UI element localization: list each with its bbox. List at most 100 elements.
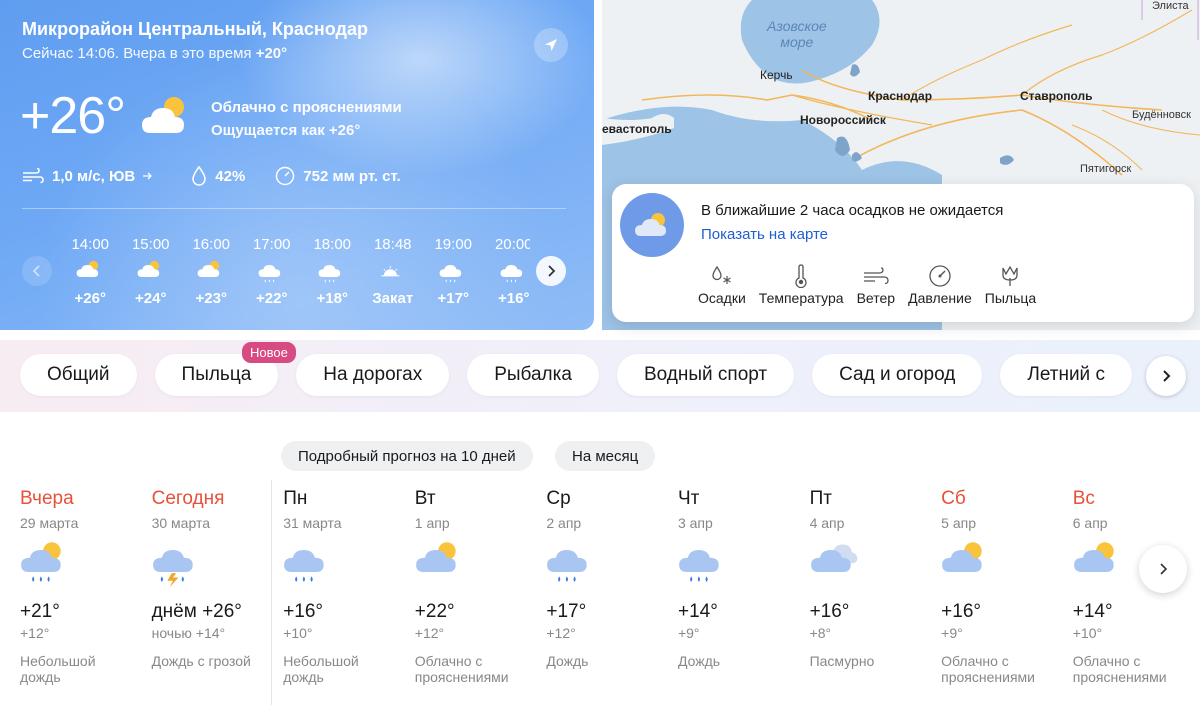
- day-icon-wrap: [415, 540, 547, 588]
- hourly-temp: +16°: [498, 290, 530, 306]
- forecast-day[interactable]: Вчера 29 марта +21° +12° Небольшой дождь: [20, 488, 152, 703]
- day-temp-low: ночью +14°: [151, 625, 226, 641]
- map-layer-switcher: Осадки Температура Ветер Давление Пыльца: [698, 262, 1049, 306]
- day-temp-high: +14°: [1072, 601, 1113, 622]
- day-name: Вчера: [20, 488, 74, 509]
- day-date: 29 марта: [20, 515, 79, 531]
- wind-value: 1,0 м/с, ЮВ: [52, 167, 136, 185]
- hourly-item: 20:00 +16°: [484, 236, 530, 306]
- detailed-forecast-button[interactable]: Подробный прогноз на 10 дней: [281, 441, 533, 471]
- thunderstorm-icon: [152, 549, 193, 588]
- day-temp-high: +22°: [414, 601, 455, 622]
- location-title[interactable]: Микрорайон Центральный, Краснодар: [22, 19, 368, 40]
- current-time-line: Сейчас 14:06. Вчера в это время +20°: [22, 45, 287, 62]
- map-label-budennovsk: Будённовск: [1132, 109, 1191, 121]
- hourly-temp: +17°: [437, 290, 469, 306]
- map-label-krasnodar: Краснодар: [868, 89, 933, 103]
- day-temp-low: +9°: [941, 625, 963, 641]
- geolocation-button[interactable]: [534, 28, 568, 62]
- chevron-right-icon: [1160, 563, 1168, 575]
- layer-pressure[interactable]: Давление: [908, 262, 972, 306]
- partly-cloudy-icon: [142, 97, 184, 133]
- layer-label: Температура: [758, 290, 844, 306]
- forecast-day[interactable]: Чт 3 апр +14° +9° Дождь: [678, 488, 810, 703]
- current-weather-card: Микрорайон Центральный, Краснодар Сейчас…: [0, 0, 594, 330]
- show-on-map-link[interactable]: Показать на карте: [701, 226, 828, 243]
- hourly-prev-button[interactable]: [22, 256, 52, 286]
- hourly-icon-wrap: [363, 260, 424, 286]
- current-stats: 1,0 м/с, ЮВ 42% 752 мм рт. ст.: [22, 166, 431, 186]
- tab-water-sports[interactable]: Водный спорт: [616, 354, 795, 396]
- hourly-item: 16:00 +23°: [181, 236, 242, 306]
- forecast-day[interactable]: Пн 31 марта +16° +10° Небольшой дождь: [283, 488, 415, 703]
- layer-temperature[interactable]: Температура: [759, 262, 844, 306]
- hourly-item: 18:48 Закат: [363, 236, 424, 306]
- day-icon-wrap: [283, 540, 415, 588]
- day-temp-high: днём +26°: [151, 601, 242, 622]
- layer-precipitation[interactable]: Осадки: [698, 262, 746, 306]
- day-condition: Дождь с грозой: [151, 653, 251, 669]
- forecast-day[interactable]: Вс 6 апр +14° +10° Облачно с прояснениям…: [1073, 488, 1200, 703]
- day-date: 1 апр: [414, 515, 450, 531]
- day-date: 31 марта: [283, 515, 342, 531]
- map-label-sea: Азовское море: [767, 18, 827, 50]
- tab-roads[interactable]: На дорогах: [296, 354, 450, 396]
- day-temp-high: +17°: [546, 601, 587, 622]
- overcast-icon: [810, 544, 857, 572]
- divider: [22, 208, 566, 209]
- layer-pollen[interactable]: Пыльца: [985, 262, 1036, 306]
- forecast-day[interactable]: Пт 4 апр +16° +8° Пасмурно: [810, 488, 942, 703]
- wind-icon: [23, 168, 44, 184]
- hourly-icon-wrap: [121, 260, 182, 286]
- wind-stat: 1,0 м/с, ЮВ: [22, 168, 161, 185]
- forecast-day[interactable]: Сегодня 30 марта днём +26° ночью +14° До…: [152, 488, 284, 703]
- pressure-gauge-icon: [929, 265, 951, 287]
- tabs-next-button[interactable]: [1146, 356, 1186, 396]
- wind-icon: [863, 267, 889, 285]
- forecast-day[interactable]: Вт 1 апр +22° +12° Облачно с прояснениям…: [415, 488, 547, 703]
- forecast-day[interactable]: Ср 2 апр +17° +12° Дождь: [546, 488, 678, 703]
- hourly-time: 20:00: [494, 236, 530, 253]
- day-condition: Дождь: [546, 653, 589, 669]
- day-condition: Небольшой дождь: [20, 653, 96, 685]
- day-date: 2 апр: [546, 515, 582, 531]
- day-condition: Облачно с прояснениями: [414, 653, 509, 685]
- month-forecast-button[interactable]: На месяц: [555, 441, 656, 471]
- tab-summer[interactable]: Летний с: [1000, 354, 1132, 396]
- hourly-time: 14:00: [71, 236, 110, 253]
- chevron-left-icon: [32, 265, 40, 277]
- hourly-icon-wrap: [302, 260, 363, 286]
- day-date: 3 апр: [677, 515, 713, 531]
- new-badge: Новое: [242, 342, 296, 363]
- precipitation-message: В ближайшие 2 часа осадков не ожидается: [701, 202, 1004, 219]
- day-temp-high: +16°: [283, 601, 324, 622]
- cloud-rain-icon: [319, 265, 341, 283]
- hourly-time: 15:00: [131, 236, 170, 253]
- hourly-temp: +22°: [256, 290, 288, 306]
- layer-label: Осадки: [698, 290, 746, 306]
- day-condition: Облачно с прояснениями: [1072, 653, 1167, 685]
- day-name: Пт: [809, 488, 832, 509]
- cloud-rain-icon: [258, 265, 281, 283]
- precipitation-icon: [712, 265, 731, 284]
- day-condition: Небольшой дождь: [283, 653, 359, 685]
- popup-weather-icon: [620, 193, 684, 257]
- tab-fishing[interactable]: Рыбалка: [467, 354, 599, 396]
- layer-wind[interactable]: Ветер: [857, 262, 895, 306]
- map-label-sevastopol: евастополь: [602, 122, 672, 136]
- map-label-pyatigorsk: Пятигорск: [1080, 163, 1132, 175]
- category-tabs: Общий Пыльца На дорогах Рыбалка Водный с…: [20, 354, 1150, 396]
- forecast-day[interactable]: Сб 5 апр +16° +9° Облачно с прояснениями: [941, 488, 1073, 703]
- hourly-next-button[interactable]: [536, 256, 566, 286]
- condition-text: Облачно с прояснениями: [211, 99, 402, 116]
- day-temp-low: +12°: [546, 625, 576, 641]
- day-icon-wrap: [546, 540, 678, 588]
- day-name: Пн: [283, 488, 308, 509]
- tab-general[interactable]: Общий: [20, 354, 137, 396]
- day-condition: Облачно с прояснениями: [941, 653, 1035, 685]
- day-temp-high: +21°: [20, 601, 60, 622]
- tab-garden[interactable]: Сад и огород: [812, 354, 983, 396]
- day-temp-low: +9°: [677, 625, 700, 641]
- forecast-next-button[interactable]: [1139, 545, 1187, 593]
- day-name: Вт: [414, 488, 436, 509]
